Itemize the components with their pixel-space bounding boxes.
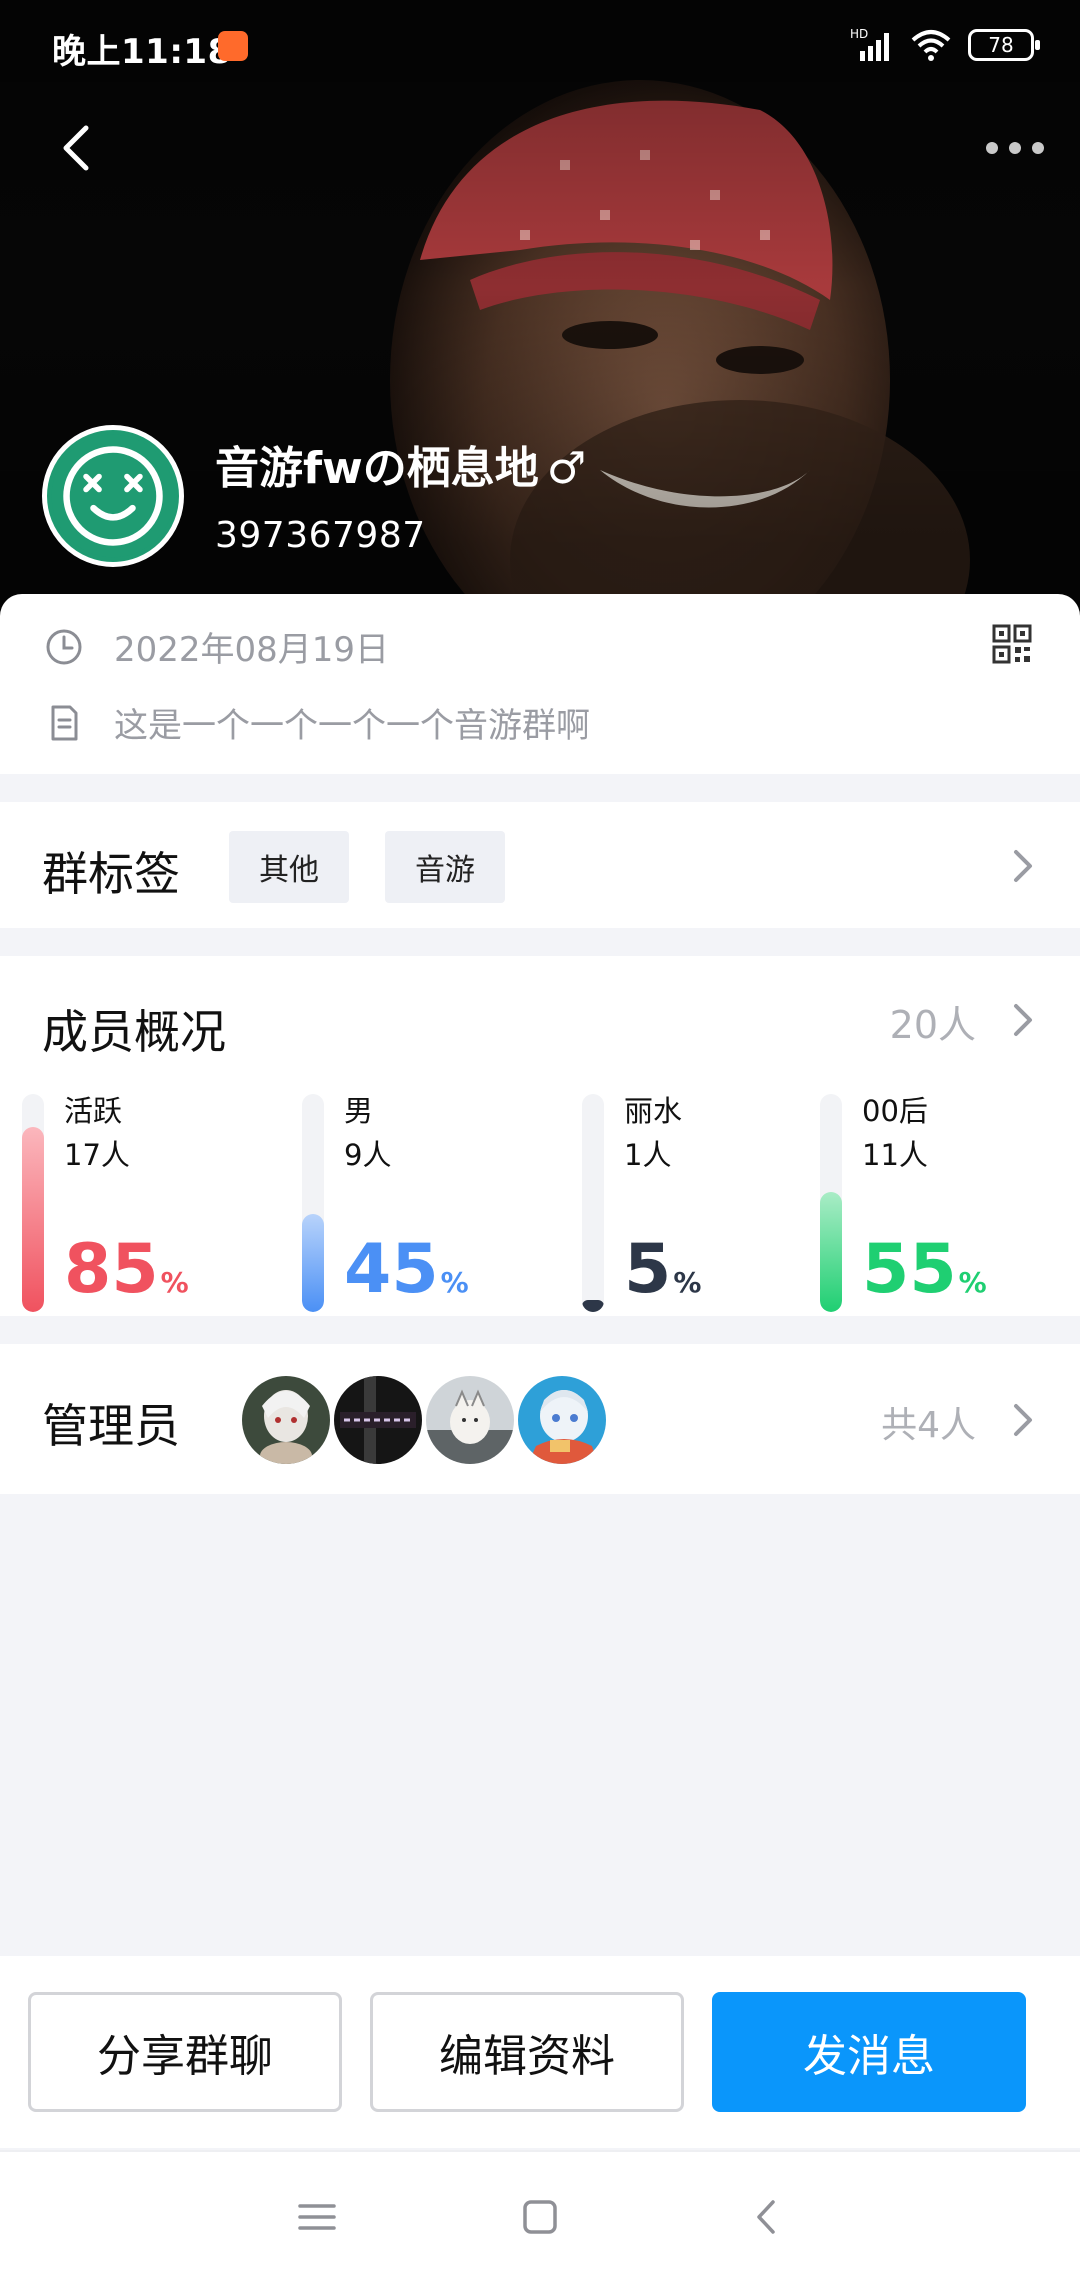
group-tags-card[interactable]: 群标签 其他 音游 (0, 802, 1080, 928)
stat-count: 17人 (64, 1138, 130, 1172)
back-arrow-icon[interactable] (48, 118, 108, 178)
description-row: 这是一个一个一个一个音游群啊 (44, 698, 590, 747)
stat-percent-unit: % (958, 1266, 987, 1299)
created-date-row: 2022年08月19日 (44, 622, 389, 671)
menu-icon[interactable] (292, 2192, 342, 2242)
stat-percent: 5% (624, 1236, 701, 1304)
back-icon[interactable] (742, 2192, 792, 2242)
notification-app-icon (218, 31, 248, 61)
status-bar: 晚上11:18 HD 78 (0, 0, 1080, 90)
more-options-icon[interactable] (980, 128, 1050, 168)
admin-avatar[interactable] (334, 1376, 422, 1464)
admins-title: 管理员 (42, 1399, 180, 1453)
stat-label: 活跃 (64, 1094, 123, 1128)
stat-count: 1人 (624, 1138, 672, 1172)
stat-label: 丽水 (624, 1094, 683, 1128)
signal-icon: HD (850, 27, 889, 61)
stat-percent-value: 55 (862, 1230, 957, 1309)
document-icon (51, 705, 78, 740)
admin-avatar[interactable] (426, 1376, 514, 1464)
stat-bar-fill (22, 1127, 44, 1312)
share-group-button[interactable]: 分享群聊 (28, 1992, 342, 2112)
chevron-right-icon[interactable] (1010, 1000, 1036, 1040)
members-title: 成员概况 (42, 1005, 226, 1059)
member-total: 20人 (889, 1003, 976, 1047)
chevron-right-icon[interactable] (1010, 846, 1036, 886)
stat-percent: 55% (862, 1236, 987, 1304)
status-indicators: HD 78 (850, 22, 1040, 68)
tags-title: 群标签 (42, 847, 180, 901)
group-profile-page: 晚上11:18 HD 78 音游fwの栖息地 ♂ 397367987 2022年… (0, 0, 1080, 2280)
admins-card[interactable]: 管理员 共4人 (0, 1344, 1080, 1494)
admin-avatar[interactable] (242, 1376, 330, 1464)
stat-percent-unit: % (160, 1266, 189, 1299)
group-id: 397367987 (215, 515, 426, 556)
group-name-text: 音游fwの栖息地 (215, 443, 539, 494)
group-avatar[interactable] (42, 425, 184, 567)
system-navigation-bar (0, 2150, 1080, 2280)
stat-percent: 45% (344, 1236, 469, 1304)
admin-total: 共4人 (881, 1405, 976, 1446)
gender-symbol: ♂ (546, 443, 587, 494)
stat-bar (582, 1094, 604, 1312)
action-bar: 分享群聊 编辑资料 发消息 (0, 1956, 1080, 2148)
stat-percent-value: 5 (624, 1230, 672, 1309)
clock-icon (46, 629, 82, 664)
stat-bar-fill (820, 1192, 842, 1312)
stat-bar-fill (302, 1214, 324, 1312)
stat-percent-unit: % (440, 1266, 469, 1299)
group-description: 这是一个一个一个一个音游群啊 (114, 706, 590, 746)
tag-item[interactable]: 其他 (229, 831, 349, 903)
network-label: HD (850, 27, 868, 41)
stat-bar-fill (582, 1300, 604, 1312)
member-overview-card[interactable]: 成员概况 20人 活跃 17人 85% 男 9人 45% 丽水 1人 5% 00… (0, 956, 1080, 1316)
group-info-card: 2022年08月19日 这是一个一个一个一个音游群啊 (0, 594, 1080, 774)
status-time: 晚上11:18 (52, 32, 232, 72)
stat-count: 9人 (344, 1138, 392, 1172)
stat-bar (22, 1094, 44, 1312)
edit-profile-button[interactable]: 编辑资料 (370, 1992, 684, 2112)
tag-item[interactable]: 音游 (385, 831, 505, 903)
stat-percent-unit: % (673, 1266, 702, 1299)
battery-level: 78 (988, 33, 1014, 57)
group-name: 音游fwの栖息地 ♂ (215, 432, 586, 496)
header-banner: 晚上11:18 HD 78 音游fwの栖息地 ♂ 397367987 (0, 0, 1080, 640)
stat-bar (820, 1094, 842, 1312)
stat-label: 男 (344, 1094, 374, 1128)
stat-label: 00后 (862, 1094, 928, 1128)
admin-avatar[interactable] (518, 1376, 606, 1464)
battery-icon: 78 (968, 29, 1040, 61)
stat-count: 11人 (862, 1138, 928, 1172)
created-date: 2022年08月19日 (114, 630, 390, 670)
wifi-icon (911, 30, 951, 61)
stat-percent: 85% (64, 1236, 189, 1304)
chevron-right-icon[interactable] (1010, 1400, 1036, 1440)
qr-code-icon[interactable] (992, 624, 1032, 664)
home-icon[interactable] (515, 2192, 565, 2242)
send-message-button[interactable]: 发消息 (712, 1992, 1026, 2112)
stat-percent-value: 85 (64, 1230, 159, 1309)
stat-percent-value: 45 (344, 1230, 439, 1309)
stat-bar (302, 1094, 324, 1312)
